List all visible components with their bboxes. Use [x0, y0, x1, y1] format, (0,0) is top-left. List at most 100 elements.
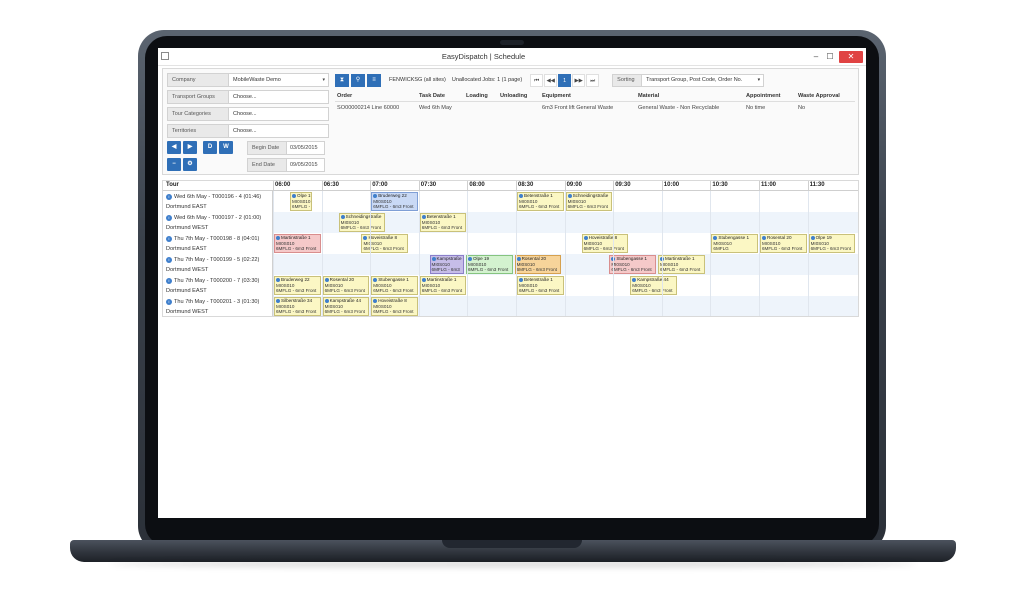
col-waste-approval[interactable]: Waste Approval — [798, 93, 853, 99]
job-card[interactable]: Rosental 20 MI0S010 6MFLG - 6m3 Front — [322, 276, 370, 295]
job-info-icon[interactable] — [373, 298, 378, 303]
list-icon[interactable]: ≡ — [367, 73, 381, 87]
job-card[interactable]: Martinstraße 1 MI0S010 6MFLG - 6m3 Front — [274, 234, 321, 253]
job-card[interactable]: Hoveistraße 8 MI0S010 6MFLG - 6m3 Front — [361, 234, 409, 253]
camera-icon — [500, 40, 524, 45]
filter-icon[interactable]: ⧗ — [335, 73, 349, 87]
job-card[interactable]: Betenstraße 1 MI0S010 6MFLG - 6m3 Front — [517, 192, 564, 211]
job-info-icon[interactable] — [519, 277, 523, 282]
job-card[interactable]: Bruderweg 22 MI0S010 6MFLG - 6m3 Front — [274, 276, 321, 295]
info-icon[interactable]: i — [166, 298, 172, 305]
col-loading[interactable]: Loading — [466, 93, 500, 99]
next-page-button[interactable]: ▶▶ — [572, 73, 586, 87]
info-icon[interactable]: i — [166, 277, 172, 284]
job-info-icon[interactable] — [324, 298, 329, 303]
settings-button[interactable]: ⚙ — [183, 158, 197, 171]
end-date-input[interactable]: 09/05/2015 — [287, 158, 325, 172]
job-info-icon[interactable] — [363, 235, 368, 240]
close-button[interactable]: ✕ — [839, 50, 863, 63]
col-equipment[interactable]: Equipment — [542, 93, 638, 99]
job-info-icon[interactable] — [324, 277, 329, 282]
page-1-button[interactable]: 1 — [558, 73, 572, 87]
job-card[interactable]: Stubengasse 1 MI0S010 6MFLG - 6m3 Front — [371, 276, 418, 295]
job-card[interactable]: Stubengasse 1 MI0S010 6MFLG — [711, 234, 758, 253]
job-card[interactable]: Olpe 19 MI0S010 6MFLG - 6m3 Front — [808, 234, 856, 253]
info-icon[interactable]: i — [166, 193, 172, 200]
job-info-icon[interactable] — [431, 256, 436, 261]
job-info-icon[interactable] — [276, 277, 280, 282]
job-info-icon[interactable] — [373, 277, 378, 282]
job-info-icon[interactable] — [632, 277, 637, 282]
job-card[interactable]: Betenstraße 1 MI0S010 6MFLG - 6m3 Front — [419, 213, 467, 232]
job-card[interactable]: Kampstraße 44 MI0S010 6MFLG - 6m3 Front — [322, 297, 370, 316]
job-equipment: 6MFLG - 6m3 Front — [659, 267, 701, 273]
col-material[interactable]: Material — [638, 93, 746, 99]
week-view-button[interactable]: W — [219, 141, 233, 154]
table-row[interactable]: SO00000214 Line 60000 Wed 6th May 6m3 Fr… — [335, 102, 855, 114]
job-info-icon[interactable] — [762, 235, 766, 240]
info-icon[interactable]: i — [166, 235, 172, 242]
job-card[interactable]: Olpe 19 MI0S010 6MFLG - 6m3 Front — [465, 255, 513, 274]
last-page-button[interactable]: ⏭ — [586, 73, 600, 87]
job-info-icon[interactable] — [467, 256, 472, 261]
job-info-icon[interactable] — [276, 298, 280, 303]
maximize-button[interactable]: ☐ — [823, 50, 837, 64]
prev-page-button[interactable]: ◀◀ — [544, 73, 558, 87]
prev-button[interactable]: ◀ — [167, 141, 181, 154]
job-info-icon[interactable] — [713, 235, 718, 240]
job-info-icon[interactable] — [583, 235, 588, 240]
tour-label[interactable]: i Thu 7th May - T000198 - 8 (04:01) Dortmu… — [163, 233, 273, 254]
tour-label[interactable]: i Thu 7th May - T000199 - 5 (02:22) Dortmu… — [163, 254, 273, 275]
job-card[interactable]: Rosental 20 MI0S010 6MFLG - 6m3 Front — [514, 255, 562, 274]
job-card[interactable]: Stubengasse 1 MI0S010 6MFLG - 6m3 Front — [609, 255, 656, 274]
job-card[interactable]: Schneidingstraße MI0S010 6MFLG - 6m3 Front — [338, 213, 386, 232]
job-card[interactable]: Schneidingstraße MI0S010 6MFLG - 6m3 Front — [565, 192, 613, 211]
job-card[interactable]: Betenstraße 1 MI0S010 6MFLG - 6m3 Front — [517, 276, 564, 295]
job-info-icon[interactable] — [292, 193, 297, 198]
begin-date-input[interactable]: 03/05/2015 — [287, 141, 325, 155]
job-card[interactable]: Kampstraße MI0S010 6MFLG - 6m3 — [429, 255, 464, 274]
job-info-icon[interactable] — [276, 235, 280, 240]
job-info-icon[interactable] — [373, 193, 378, 198]
job-card[interactable]: Rosental 20 MI0S010 6MFLG - 6m3 Front — [760, 234, 807, 253]
job-card[interactable]: Martinstraße 1 MI0S010 6MFLG - 6m3 Front — [419, 276, 467, 295]
col-unloading[interactable]: Unloading — [500, 93, 542, 99]
transport-groups-input[interactable]: Choose... — [229, 90, 329, 104]
tour-label[interactable]: i Thu 7th May - T000201 - 3 (01:30) Dortmu… — [163, 296, 273, 316]
job-card[interactable]: Martinstraße 1 MI0S010 6MFLG - 6m3 Front — [657, 255, 705, 274]
col-order[interactable]: Order — [335, 93, 419, 99]
job-card[interactable]: Olpe 19 MI0S010 6MFLG - 6 — [290, 192, 313, 211]
job-card[interactable]: Hoveistraße 8 MI0S010 6MFLG - 6m3 Front — [581, 234, 629, 253]
job-info-icon[interactable] — [810, 235, 815, 240]
next-button[interactable]: ▶ — [183, 141, 197, 154]
col-task-date[interactable]: Task Date — [419, 93, 466, 99]
pin-icon[interactable]: ⚲ — [351, 73, 365, 87]
job-info-icon[interactable] — [340, 214, 345, 219]
job-info-icon[interactable] — [519, 193, 523, 198]
tour-categories-filter: Tour Categories Choose... — [167, 107, 329, 121]
company-select[interactable]: MobileWaste Demo ▾ — [229, 73, 329, 87]
job-card[interactable]: Silberstraße 34 MI0S010 6MFLG - 6m3 Front — [274, 297, 321, 316]
tour-lane[interactable] — [273, 254, 858, 275]
tour-label[interactable]: i Wed 6th May - T000196 - 4 (01:46) Dortmu… — [163, 191, 273, 212]
minimize-button[interactable]: – — [809, 50, 823, 64]
info-icon[interactable]: i — [166, 214, 172, 221]
job-equipment: 6MFLG - 6m3 — [431, 267, 460, 273]
job-card[interactable]: Hoveistraße 8 MI0S010 6MFLG - 6m3 Front — [371, 297, 418, 316]
first-page-button[interactable]: ⏮ — [530, 73, 544, 87]
info-icon[interactable]: i — [166, 256, 172, 263]
tour-label[interactable]: i Wed 6th May - T000197 - 2 (01:00) Dortmu… — [163, 212, 273, 233]
job-card[interactable]: Bruderweg 22 MI0S010 6MFLG - 6m3 Front — [371, 192, 418, 211]
job-info-icon[interactable] — [516, 256, 521, 261]
day-view-button[interactable]: D — [203, 141, 217, 154]
tour-categories-input[interactable]: Choose... — [229, 107, 329, 121]
tour-label[interactable]: i Thu 7th May - T000200 - 7 (03:30) Dortmu… — [163, 275, 273, 296]
col-appointment[interactable]: Appointment — [746, 93, 798, 99]
territories-input[interactable]: Choose... — [229, 124, 329, 138]
sorting-select[interactable]: Transport Group, Post Code, Order No. ▾ — [642, 73, 765, 87]
zoom-out-button[interactable]: − — [167, 158, 181, 171]
job-info-icon[interactable] — [421, 277, 426, 282]
job-info-icon[interactable] — [567, 193, 572, 198]
job-card[interactable]: Kampstraße 44 MI0S010 6MFLG - 6m3 Front — [630, 276, 677, 295]
job-info-icon[interactable] — [421, 214, 426, 219]
